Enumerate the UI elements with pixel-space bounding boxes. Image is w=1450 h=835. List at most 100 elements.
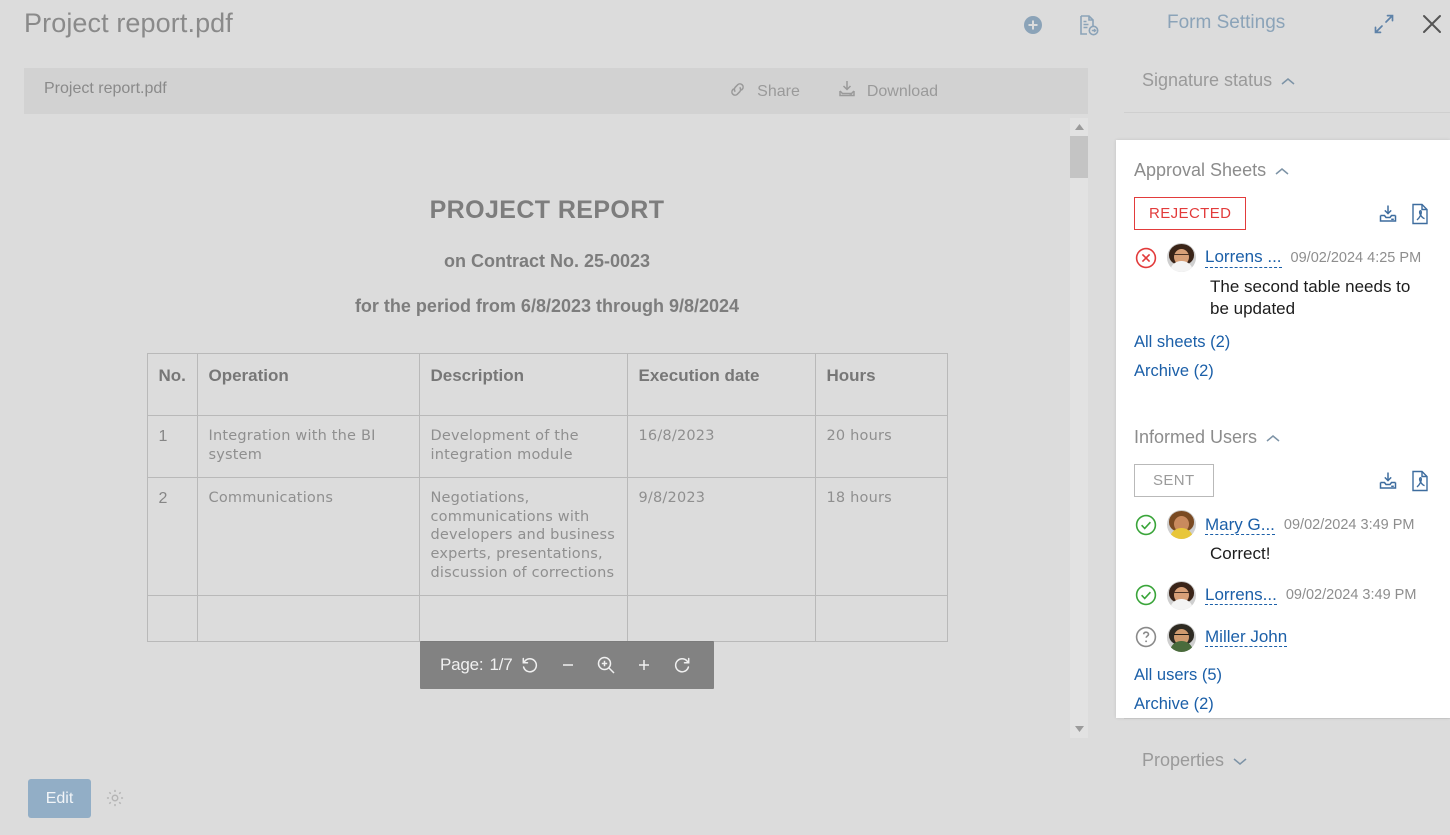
share-label: Share — [757, 82, 800, 100]
scrollbar-thumb[interactable] — [1070, 136, 1088, 178]
cell-operation — [196, 594, 420, 642]
approval-export-icons — [1377, 203, 1432, 225]
cell-description: Negotiations, communications with develo… — [418, 476, 628, 596]
rotate-right-icon[interactable] — [670, 653, 694, 677]
expand-arrows-icon[interactable] — [1370, 10, 1398, 38]
status-badge: REJECTED — [1134, 197, 1247, 230]
chevron-up-icon[interactable] — [1275, 163, 1289, 179]
panel-controls — [1370, 10, 1446, 38]
top-bar: Project report.pdf Form Settings — [0, 0, 1450, 50]
scroll-down-arrow-icon[interactable] — [1070, 720, 1088, 738]
form-settings-panel: Signature status Approval Sheets REJECTE… — [1116, 50, 1450, 835]
app-root: Project report.pdf Form Settings Project… — [0, 0, 1450, 835]
table-header-cell: Execution date — [626, 353, 816, 416]
user-name-link[interactable]: Mary G... — [1205, 515, 1275, 535]
table-header-row: No. Operation Description Execution date… — [146, 353, 948, 416]
table-row: 2 Communications Negotiations, communica… — [146, 476, 948, 596]
document-send-icon[interactable] — [1073, 10, 1103, 40]
download-sheet-icon[interactable] — [1377, 203, 1399, 225]
download-icon — [836, 78, 858, 105]
table-header-cell: No. — [146, 353, 198, 416]
avatar — [1167, 622, 1196, 652]
share-button[interactable]: Share — [727, 79, 800, 105]
report-table: No. Operation Description Execution date… — [146, 353, 948, 642]
table-header-cell: Description — [418, 353, 628, 416]
informed-export-icons — [1377, 470, 1432, 492]
download-sheet-icon[interactable] — [1377, 470, 1399, 492]
document-viewer: Project report.pdf Share Download PROJEC… — [24, 68, 1088, 738]
cell-hours: 18 hours — [814, 476, 948, 596]
entry-timestamp: 09/02/2024 3:49 PM — [1285, 587, 1417, 604]
link-icon — [727, 79, 748, 105]
pdf-icon[interactable] — [1410, 203, 1432, 225]
top-bar-icons — [1018, 10, 1103, 40]
user-name-link[interactable]: Lorrens... — [1205, 585, 1277, 606]
informed-links: All users (5) Archive (2) — [1134, 666, 1432, 714]
report-title: PROJECT REPORT — [429, 196, 665, 224]
pending-icon — [1134, 625, 1158, 649]
informed-entry: Mary G... 09/02/2024 3:49 PM — [1134, 510, 1432, 540]
document-scrollbar[interactable] — [1070, 118, 1088, 738]
informed-entry: Miller John — [1134, 622, 1432, 652]
rotate-left-icon[interactable] — [518, 653, 542, 677]
table-header-cell: Hours — [814, 353, 948, 416]
avatar — [1167, 510, 1196, 540]
magnifier-icon[interactable] — [594, 653, 618, 677]
user-name-link[interactable]: Miller John — [1205, 627, 1288, 648]
page-value: 1/7 — [489, 655, 513, 674]
approval-sheets-section[interactable]: Approval Sheets — [1134, 160, 1432, 181]
pdf-icon[interactable] — [1410, 470, 1432, 492]
cell-operation: Communications — [196, 476, 420, 596]
avatar — [1167, 580, 1196, 610]
zoom-out-button[interactable] — [556, 653, 580, 677]
informed-users-label: Informed Users — [1134, 427, 1258, 448]
cell-description: Development of the integration module — [418, 415, 628, 478]
entry-timestamp: 09/02/2024 4:25 PM — [1290, 249, 1422, 266]
table-row — [146, 594, 948, 642]
entry-comment: The second table needs to be updated — [1210, 277, 1411, 318]
table-row: 1 Integration with the BI system Develop… — [146, 415, 948, 478]
plus-circle-icon[interactable] — [1018, 10, 1048, 40]
chevron-down-icon[interactable] — [1233, 753, 1247, 769]
approval-entry: Lorrens ... 09/02/2024 4:25 PM — [1134, 243, 1432, 272]
cell-no: 1 — [146, 415, 198, 478]
document-filename: Project report.pdf — [44, 80, 167, 97]
informed-users-section[interactable]: Informed Users — [1134, 427, 1432, 448]
download-button[interactable]: Download — [836, 78, 938, 105]
approval-links: All sheets (2) Archive (2) — [1134, 333, 1432, 381]
rejected-icon — [1134, 246, 1158, 270]
cell-no — [146, 594, 198, 642]
gear-icon[interactable] — [104, 787, 126, 809]
properties-label: Properties — [1142, 750, 1225, 770]
cell-date — [626, 594, 816, 642]
cell-operation: Integration with the BI system — [196, 415, 420, 478]
page-navigation-toolbar[interactable]: Page: 1/7 — [420, 641, 715, 689]
report-period: for the period from 6/8/2023 through 9/8… — [354, 296, 740, 316]
all-sheets-link[interactable]: All sheets (2) — [1134, 333, 1432, 352]
properties-section[interactable]: Properties — [1142, 750, 1247, 771]
signature-status-section[interactable]: Signature status — [1142, 70, 1295, 91]
scroll-up-arrow-icon[interactable] — [1070, 118, 1088, 136]
user-name-link[interactable]: Lorrens ... — [1205, 247, 1282, 268]
panel-divider — [1124, 112, 1450, 113]
zoom-in-button[interactable] — [632, 653, 656, 677]
status-badge: SENT — [1134, 464, 1214, 498]
approval-status-row: REJECTED — [1134, 197, 1432, 230]
chevron-up-icon[interactable] — [1281, 73, 1295, 89]
signature-card: Approval Sheets REJECTED Lorrens ... 09/… — [1116, 140, 1450, 718]
panel-title: Form Settings — [1167, 12, 1286, 33]
chevron-up-icon[interactable] — [1266, 430, 1280, 446]
cell-date: 9/8/2023 — [626, 476, 816, 596]
cell-description — [418, 594, 628, 642]
approval-sheets-label: Approval Sheets — [1134, 160, 1267, 180]
archive-sheets-link[interactable]: Archive (2) — [1134, 362, 1432, 381]
edit-button[interactable]: Edit — [28, 779, 91, 818]
approved-icon — [1134, 583, 1158, 607]
informed-status-row: SENT — [1134, 464, 1432, 498]
all-users-link[interactable]: All users (5) — [1134, 666, 1432, 685]
close-icon[interactable] — [1418, 10, 1446, 38]
archive-users-link[interactable]: Archive (2) — [1134, 695, 1432, 714]
cell-date: 16/8/2023 — [626, 415, 816, 478]
table-header-cell: Operation — [196, 353, 420, 416]
document-actions: Share Download — [727, 78, 938, 105]
